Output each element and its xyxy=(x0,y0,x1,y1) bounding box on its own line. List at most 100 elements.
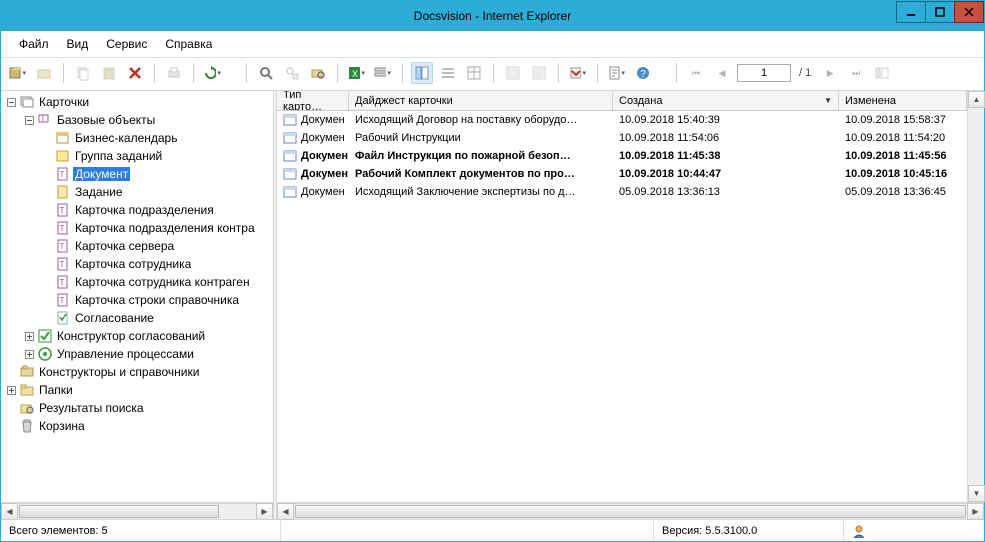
user-icon xyxy=(852,524,866,538)
tree-approval[interactable]: Согласование xyxy=(73,311,156,325)
tree-folders[interactable]: Папки xyxy=(37,383,75,397)
page-prev-button[interactable]: ◀ xyxy=(711,62,733,84)
tree-document[interactable]: Документ xyxy=(73,167,130,181)
page-next-button[interactable]: ▶ xyxy=(819,62,841,84)
tree-task-group[interactable]: Группа заданий xyxy=(73,149,164,163)
tree-biz-calendar[interactable]: Бизнес-календарь xyxy=(73,131,179,145)
col-digest[interactable]: Дайджест карточки xyxy=(349,91,613,110)
first-icon: ⏮ xyxy=(692,68,700,79)
group-button[interactable] xyxy=(502,62,524,84)
tree-unit-card[interactable]: Карточка подразделения xyxy=(73,203,216,217)
tree-hscroll[interactable]: ◀ ▶ xyxy=(1,502,273,519)
doc-icon xyxy=(283,168,297,180)
print-button[interactable] xyxy=(163,62,185,84)
scroll-right-icon[interactable]: ▶ xyxy=(967,503,984,520)
export-excel-button[interactable]: X▾ xyxy=(346,62,368,84)
maximize-button[interactable] xyxy=(925,1,955,23)
tree-toggle[interactable] xyxy=(23,114,35,126)
col-created[interactable]: Создана▼ xyxy=(613,91,839,110)
table-row[interactable]: ДокуменРабочий Комплект документов по пр… xyxy=(277,165,967,183)
settings-button[interactable]: ▾ xyxy=(606,62,628,84)
search-button[interactable] xyxy=(255,62,277,84)
paste-button[interactable] xyxy=(98,62,120,84)
close-button[interactable] xyxy=(954,1,984,23)
tree-search-results[interactable]: Результаты поиска xyxy=(37,401,146,415)
tree-ref-row-card[interactable]: Карточка строки справочника xyxy=(73,293,241,307)
tree-employee-card-contragent[interactable]: Карточка сотрудника контраген xyxy=(73,275,252,289)
minimize-button[interactable] xyxy=(896,1,926,23)
scroll-left-icon[interactable]: ◀ xyxy=(277,503,294,520)
layout-grid-button[interactable] xyxy=(463,62,485,84)
tree-task[interactable]: Задание xyxy=(73,185,125,199)
view-mode-button[interactable]: ▾ xyxy=(372,62,394,84)
menu-help[interactable]: Справка xyxy=(157,35,220,53)
status-bar: Всего элементов: 5 Версия: 5.5.3100.0 xyxy=(1,519,984,541)
svg-text:T: T xyxy=(60,260,65,269)
grid-vscroll[interactable]: ▲ ▼ xyxy=(967,91,984,502)
tree-process-mgmt[interactable]: Управление процессами xyxy=(55,347,196,361)
table-row[interactable]: ДокуменФайл Инструкция по пожарной безоп… xyxy=(277,147,967,165)
menu-view[interactable]: Вид xyxy=(59,35,97,53)
folder-icon xyxy=(36,65,52,81)
new-button[interactable]: ▾ xyxy=(7,62,29,84)
scroll-thumb[interactable] xyxy=(19,505,219,518)
scroll-track[interactable] xyxy=(294,503,967,520)
col-modified[interactable]: Изменена xyxy=(839,91,967,110)
scroll-up-icon[interactable]: ▲ xyxy=(968,91,985,108)
tree-unit-card-contra[interactable]: Карточка подразделения контра xyxy=(73,221,257,235)
table-row[interactable]: ДокуменИсходящий Заключение экспертизы п… xyxy=(277,183,967,201)
scroll-left-icon[interactable]: ◀ xyxy=(1,503,18,520)
delete-button[interactable] xyxy=(124,62,146,84)
table-row[interactable]: ДокуменРабочий Инструкции10.09.2018 11:5… xyxy=(277,129,967,147)
tree-server-card[interactable]: Карточка сервера xyxy=(73,239,176,253)
window-controls xyxy=(897,1,984,23)
tree-toggle[interactable] xyxy=(23,330,35,342)
tree-toggle[interactable] xyxy=(5,384,17,396)
folders-icon xyxy=(19,382,35,398)
tree-ref-designers[interactable]: Конструкторы и справочники xyxy=(37,365,201,379)
find-folder-button[interactable] xyxy=(307,62,329,84)
col-type[interactable]: Тип карто… xyxy=(277,91,349,110)
layout-list-button[interactable] xyxy=(437,62,459,84)
scroll-track[interactable] xyxy=(968,108,984,485)
table-row[interactable]: ДокуменИсходящий Договор на поставку обо… xyxy=(277,111,967,129)
refresh-button[interactable]: ▾ xyxy=(202,62,224,84)
card-icon: T xyxy=(55,220,71,236)
delete-icon xyxy=(127,65,143,81)
grid-hscroll[interactable]: ◀ ▶ xyxy=(277,502,984,519)
folder-icon: T xyxy=(37,112,53,128)
cell-type: Докумен xyxy=(277,132,349,144)
scroll-right-icon[interactable]: ▶ xyxy=(256,503,273,520)
card-icon: T xyxy=(55,256,71,272)
tree-toggle[interactable] xyxy=(5,96,17,108)
scroll-thumb[interactable] xyxy=(295,505,966,518)
page-jump-button[interactable] xyxy=(871,62,893,84)
page-settings-icon xyxy=(607,65,620,81)
cell-type: Докумен xyxy=(277,186,349,198)
open-button[interactable] xyxy=(33,62,55,84)
page-number-input[interactable] xyxy=(737,64,791,82)
refresh-icon xyxy=(203,65,216,81)
svg-text:T: T xyxy=(60,278,65,287)
cell-created: 05.09.2018 13:36:13 xyxy=(613,186,839,198)
scroll-track[interactable] xyxy=(18,503,256,520)
filter-button[interactable]: ▾ xyxy=(567,62,589,84)
tree-toggle[interactable] xyxy=(23,348,35,360)
menu-file[interactable]: Файл xyxy=(11,35,57,53)
help-button[interactable]: ? xyxy=(632,62,654,84)
main-area: Карточки T Базовые объекты xyxy=(1,91,984,519)
tree-approval-designer[interactable]: Конструктор согласований xyxy=(55,329,207,343)
tree-employee-card[interactable]: Карточка сотрудника xyxy=(73,257,193,271)
copy-button[interactable] xyxy=(72,62,94,84)
page-last-button[interactable]: ⏭ xyxy=(845,62,867,84)
page-first-button[interactable]: ⏮ xyxy=(685,62,707,84)
tree-root-label[interactable]: Карточки xyxy=(37,95,91,109)
advanced-search-button[interactable] xyxy=(281,62,303,84)
tree-base-objects[interactable]: Базовые объекты xyxy=(55,113,157,127)
excel-icon: X xyxy=(347,65,360,81)
tree-recycle[interactable]: Корзина xyxy=(37,419,87,433)
scroll-down-icon[interactable]: ▼ xyxy=(968,485,985,502)
ungroup-button[interactable] xyxy=(528,62,550,84)
menu-service[interactable]: Сервис xyxy=(98,35,155,53)
layout-tree-button[interactable] xyxy=(411,62,433,84)
